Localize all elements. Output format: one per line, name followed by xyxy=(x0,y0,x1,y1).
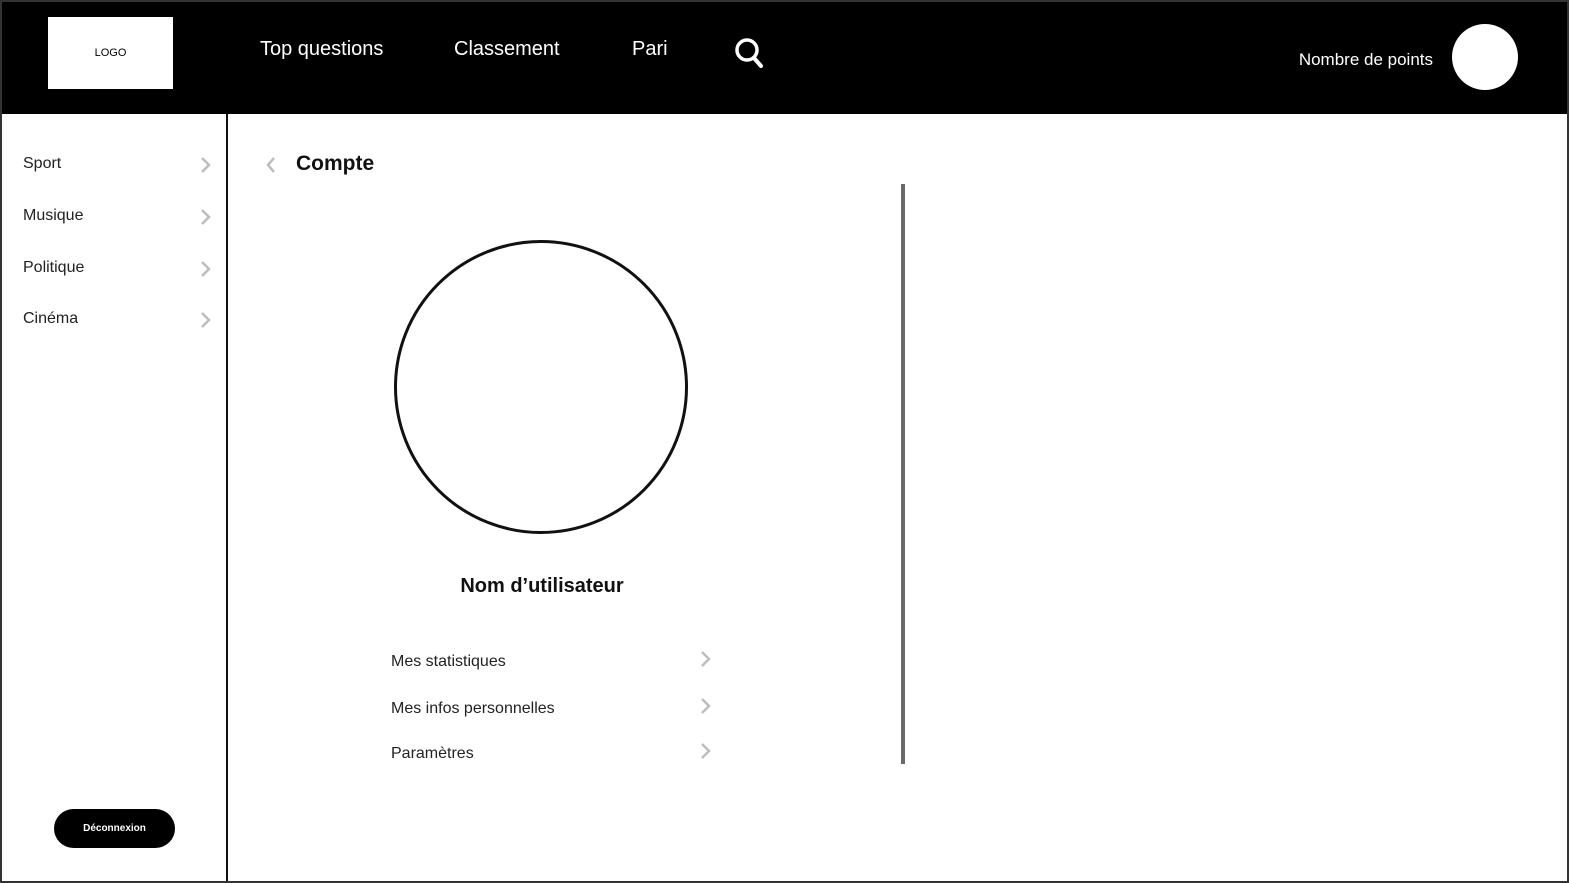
menu-item-label: Mes infos personnelles xyxy=(391,700,555,717)
sidebar-item-label: Cinéma xyxy=(23,310,79,327)
chevron-right-icon xyxy=(701,651,711,667)
menu-item-statistiques[interactable]: Mes statistiques xyxy=(391,649,713,677)
sidebar-item-politique[interactable]: Politique xyxy=(23,254,213,284)
points-label: Nombre de points xyxy=(1298,50,1433,69)
chevron-right-icon xyxy=(701,698,711,714)
menu-item-label: Mes statistiques xyxy=(391,653,506,670)
profile-avatar[interactable] xyxy=(394,240,688,534)
username: Nom d’utilisateur xyxy=(460,575,624,597)
user-avatar[interactable] xyxy=(1452,24,1518,90)
menu-item-parametres[interactable]: Paramètres xyxy=(391,741,713,769)
vertical-divider xyxy=(901,184,905,764)
menu-item-label: Paramètres xyxy=(391,745,474,762)
page-title: Compte xyxy=(296,152,375,175)
logo-text: LOGO xyxy=(94,47,127,59)
sidebar-item-musique[interactable]: Musique xyxy=(23,202,213,232)
chevron-right-icon xyxy=(701,743,711,759)
sidebar-item-label: Sport xyxy=(23,155,62,172)
search-icon[interactable] xyxy=(734,37,764,69)
logo[interactable]: LOGO xyxy=(48,17,173,89)
chevron-right-icon xyxy=(201,157,211,173)
chevron-right-icon xyxy=(201,209,211,225)
logout-button[interactable]: Déconnexion xyxy=(54,809,175,848)
chevron-right-icon xyxy=(201,261,211,277)
nav-pari[interactable]: Pari xyxy=(632,38,668,61)
sidebar-item-sport[interactable]: Sport xyxy=(23,150,213,180)
chevron-left-icon[interactable] xyxy=(264,154,278,176)
sidebar-item-label: Musique xyxy=(23,207,84,224)
sidebar: Sport Musique Politique Cinéma Déconnexi… xyxy=(2,114,228,881)
top-header: LOGO Top questions Classement Pari Nombr… xyxy=(2,2,1567,114)
chevron-right-icon xyxy=(201,312,211,328)
sidebar-item-label: Politique xyxy=(23,259,85,276)
menu-item-infos-personnelles[interactable]: Mes infos personnelles xyxy=(391,696,713,724)
sidebar-item-cinema[interactable]: Cinéma xyxy=(23,305,213,335)
nav-classement[interactable]: Classement xyxy=(454,38,560,61)
app-window: LOGO Top questions Classement Pari Nombr… xyxy=(0,0,1569,883)
nav-top-questions[interactable]: Top questions xyxy=(260,38,383,61)
